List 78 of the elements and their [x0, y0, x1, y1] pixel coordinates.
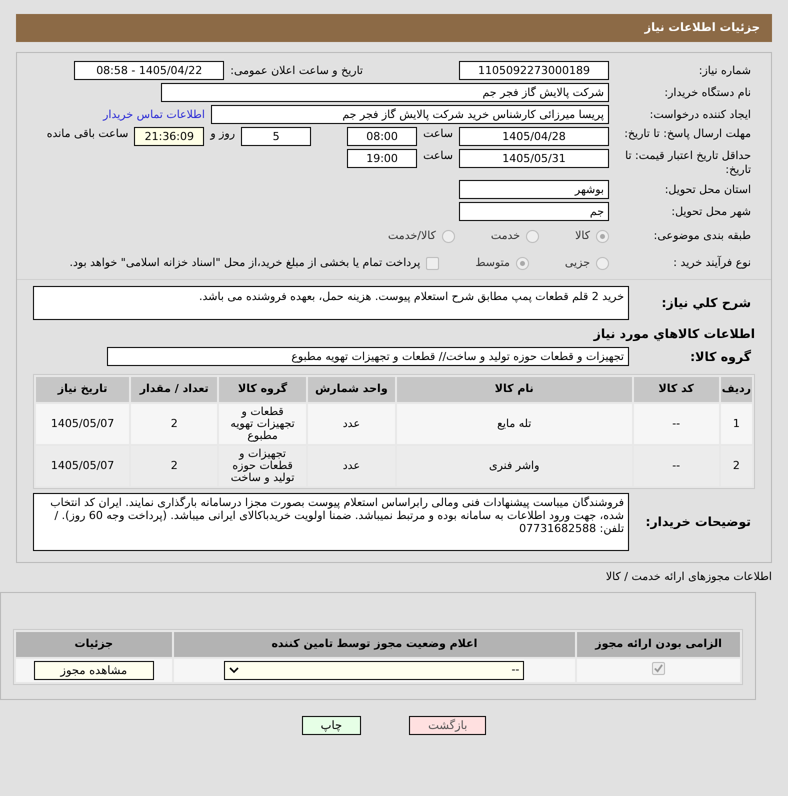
field-value: 1405/04/22 - 08:58	[74, 61, 224, 80]
table-cell: --	[634, 404, 719, 444]
field-value: 08:00	[347, 127, 418, 146]
column-header: تاریخ نیاز	[36, 377, 130, 402]
table-cell: عدد	[308, 446, 395, 486]
field-label: ساعت باقی مانده	[46, 127, 128, 141]
table-cell: --	[634, 446, 719, 486]
section-title: اطلاعات مجوزهای ارائه خدمت / کالا	[604, 569, 772, 585]
field-label: ساعت	[423, 149, 453, 163]
table-cell: 2	[720, 446, 752, 486]
table-cell: 2	[131, 446, 218, 486]
option-label: کالا	[575, 229, 590, 243]
field-value: پریسا میرزائی کارشناس خرید شرکت پالایش گاز فجر جم	[211, 105, 609, 124]
column-header: الزامی بودن ارائه مجوز	[577, 632, 740, 656]
field-label: حداقل تاریخ اعتبار قیمت: تا تاریخ:	[624, 149, 752, 177]
table-cell: تجهیزات و قطعات حوزه تولید و ساخت	[219, 446, 306, 486]
field-value: تجهیزات و قطعات حوزه تولید و ساخت// قطعات و تجهیزات تهویه مطبوع	[107, 347, 629, 366]
option-label: خدمت	[490, 229, 520, 243]
table-cell: 1	[720, 404, 752, 444]
field-label: توضیحات خریدار:	[644, 515, 752, 529]
column-header: جزئیات	[16, 632, 172, 656]
radio-button[interactable]	[516, 256, 529, 270]
contact-link[interactable]: اطلاعات تماس خریدار	[103, 108, 205, 122]
table-cell: 1405/05/07	[36, 404, 130, 444]
column-header: تعداد / مقدار	[131, 377, 218, 402]
column-header: ردیف	[720, 377, 752, 402]
field-value: بوشهر	[459, 180, 609, 199]
section-title: اطلاعات کالاهاي مورد نياز	[594, 326, 755, 340]
option-label: پرداخت تمام یا بخشی از مبلغ خرید،از محل "اسناد خزانه اسلامی" خواهد بود.	[70, 256, 420, 270]
field-label: شهر محل تحویل:	[670, 204, 752, 218]
table-cell: واشر فنری	[396, 446, 632, 486]
field-value: شرکت پالایش گاز فجر جم	[161, 83, 609, 102]
table-cell: تله مایع	[396, 404, 632, 444]
column-header: نام کالا	[396, 377, 632, 402]
field-label: نوع فرآیند خرید :	[672, 256, 752, 270]
field-label: استان محل تحویل:	[664, 182, 752, 196]
field-label: ساعت	[423, 127, 453, 141]
field-label: ایجاد کننده درخواست:	[648, 108, 752, 122]
table-cell: 2	[131, 404, 218, 444]
checkbox[interactable]	[426, 256, 440, 270]
option-label: متوسط	[475, 256, 510, 270]
field-value: جم	[459, 202, 609, 221]
field-value: 19:00	[347, 149, 418, 168]
field-label: روز و	[210, 127, 236, 141]
table-cell: 1405/05/07	[36, 446, 130, 486]
field-label: مهلت ارسال پاسخ: تا تاریخ:	[623, 127, 752, 141]
field-value: 5	[241, 127, 312, 146]
field-value: 1105092273000189	[459, 61, 609, 80]
option-label: جزیی	[564, 256, 590, 270]
print-button[interactable]: چاپ	[302, 716, 362, 734]
field-label: طبقه بندی موضوعی:	[652, 229, 752, 243]
table-cell: قطعات و تجهیزات تهویه مطبوع	[219, 404, 306, 444]
column-header: واحد شمارش	[308, 377, 395, 402]
radio-button[interactable]	[596, 230, 609, 242]
status-dropdown[interactable]: --	[224, 660, 524, 680]
back-button[interactable]: بازگشت	[409, 716, 486, 734]
caret-icon	[229, 666, 240, 674]
view-permit-button[interactable]: مشاهده مجوز	[34, 660, 154, 680]
column-header: کد کالا	[634, 377, 719, 402]
checkbox[interactable]	[652, 662, 666, 675]
field-label: نام دستگاه خریدار:	[663, 86, 752, 100]
field-label: شرح کلي نياز:	[660, 296, 752, 310]
column-header: گروه کالا	[219, 377, 306, 402]
description-box: خرید 2 قلم قطعات پمپ مطابق شرح استعلام پیوست. هزینه حمل، بعهده فروشنده می باشد.	[33, 286, 629, 320]
field-label: شماره نیاز:	[698, 64, 752, 78]
notes-box: فروشندگان میباست پیشنهادات فنی ومالی رابراساس استعلام پیوست بصورت مجزا درسامانه بارگذاری نمایند. ایران کد انتخاب شده، جهت ورود اطلاعات به سامانه بوده و مرتبط نمیباشد. ضمنا اولویت خریدباکالای ایرانی میباشد. (پرداخت وجه 60 روز). / تلفن: 07731682588	[33, 493, 629, 551]
field-value: 1405/04/28	[459, 127, 609, 146]
radio-button[interactable]	[596, 256, 609, 270]
countdown-value: 21:36:09	[134, 127, 204, 146]
field-label: تاریخ و ساعت اعلان عمومی:	[230, 64, 363, 78]
column-header: اعلام وضعیت مجوز توسط تامین کننده	[174, 632, 576, 656]
table-cell: عدد	[308, 404, 395, 444]
page-title: جزئیات اطلاعات نیاز	[644, 19, 760, 36]
radio-button[interactable]	[442, 230, 455, 242]
field-label: گروه کالا:	[689, 350, 752, 364]
radio-button[interactable]	[526, 230, 540, 242]
field-value: 1405/05/31	[459, 149, 609, 168]
option-label: کالا/خدمت	[388, 229, 436, 243]
